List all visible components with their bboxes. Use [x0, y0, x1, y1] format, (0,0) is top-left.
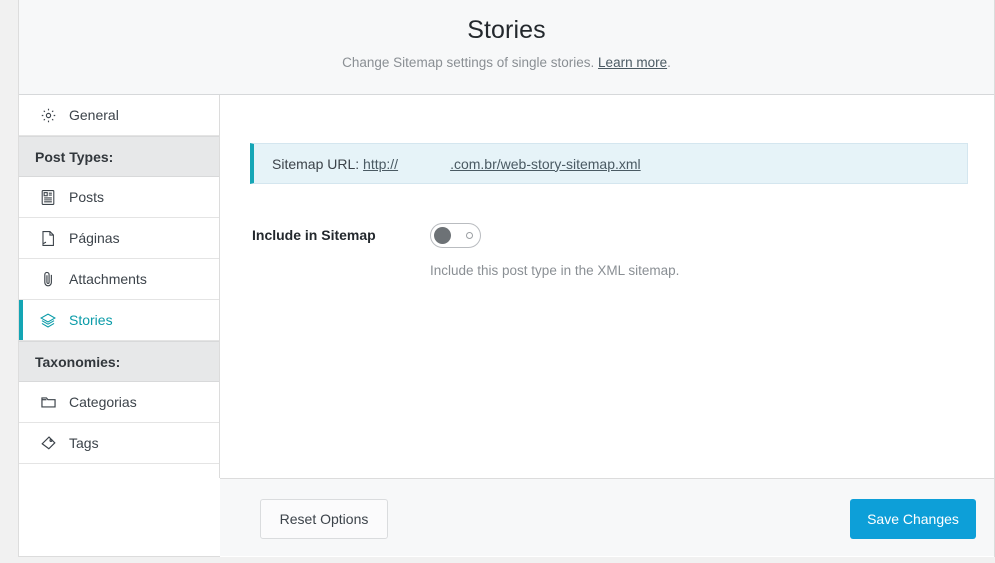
sidebar-item-label: Páginas	[69, 230, 120, 246]
sidebar-item-paginas[interactable]: Páginas	[19, 218, 219, 259]
sitemap-url-notice: Sitemap URL: http:// .com.br/web-story-si…	[250, 143, 968, 184]
page-subtitle: Change Sitemap settings of single storie…	[19, 55, 994, 70]
sidebar-item-label: Tags	[69, 435, 99, 451]
sidebar-item-tags[interactable]: Tags	[19, 423, 219, 464]
sitemap-url-scheme: http://	[363, 155, 399, 172]
include-in-sitemap-label: Include in Sitemap	[252, 227, 376, 243]
gear-icon	[39, 106, 57, 124]
sidebar-item-label: Attachments	[69, 271, 147, 287]
sidebar-section-taxonomies: Taxonomies:	[19, 341, 219, 382]
sidebar-item-general[interactable]: General	[19, 95, 219, 136]
subtitle-period: .	[667, 55, 671, 70]
toggle-knob	[434, 227, 451, 244]
sitemap-url-prefix: Sitemap URL:	[272, 155, 360, 172]
page-title: Stories	[467, 16, 546, 44]
folder-icon	[39, 393, 57, 411]
sidebar-section-post-types: Post Types:	[19, 136, 219, 177]
sidebar-item-label: Stories	[69, 312, 113, 328]
subtitle-text: Change Sitemap settings of single storie…	[342, 55, 595, 70]
sitemap-url-suffix: .com.br/web-story-sitemap.xml	[450, 155, 641, 172]
learn-more-link[interactable]: Learn more	[598, 55, 667, 70]
panel-header: Stories Change Sitemap settings of singl…	[19, 0, 994, 95]
redacted-domain	[398, 157, 451, 171]
sidebar-item-label: Categorias	[69, 394, 137, 410]
toggle-off-indicator	[466, 232, 473, 239]
sidebar-section-label: Post Types:	[35, 148, 114, 165]
tag-icon	[39, 434, 57, 452]
sidebar-item-categorias[interactable]: Categorias	[19, 382, 219, 423]
paperclip-icon	[39, 270, 57, 288]
sidebar-item-label: Posts	[69, 189, 105, 205]
document-icon	[39, 188, 57, 206]
page-icon	[39, 229, 57, 247]
include-in-sitemap-toggle[interactable]	[430, 223, 481, 248]
sidebar-item-posts[interactable]: Posts	[19, 177, 219, 218]
sidebar-section-label: Taxonomies:	[35, 353, 121, 370]
sitemap-url-link[interactable]: http:// .com.br/web-story-sitemap.xml	[363, 156, 641, 172]
layers-icon	[39, 311, 57, 329]
sidebar-item-label: General	[69, 107, 119, 123]
sidebar-nav: General Post Types: Posts Páginas Attach…	[19, 95, 220, 478]
panel-footer: Reset Options Save Changes	[220, 478, 994, 556]
sidebar-item-stories[interactable]: Stories	[19, 300, 219, 341]
save-changes-button[interactable]: Save Changes	[850, 499, 976, 539]
settings-panel: Stories Change Sitemap settings of singl…	[18, 0, 995, 557]
sidebar-item-attachments[interactable]: Attachments	[19, 259, 219, 300]
reset-options-button[interactable]: Reset Options	[260, 499, 388, 539]
include-in-sitemap-help: Include this post type in the XML sitema…	[430, 263, 680, 278]
